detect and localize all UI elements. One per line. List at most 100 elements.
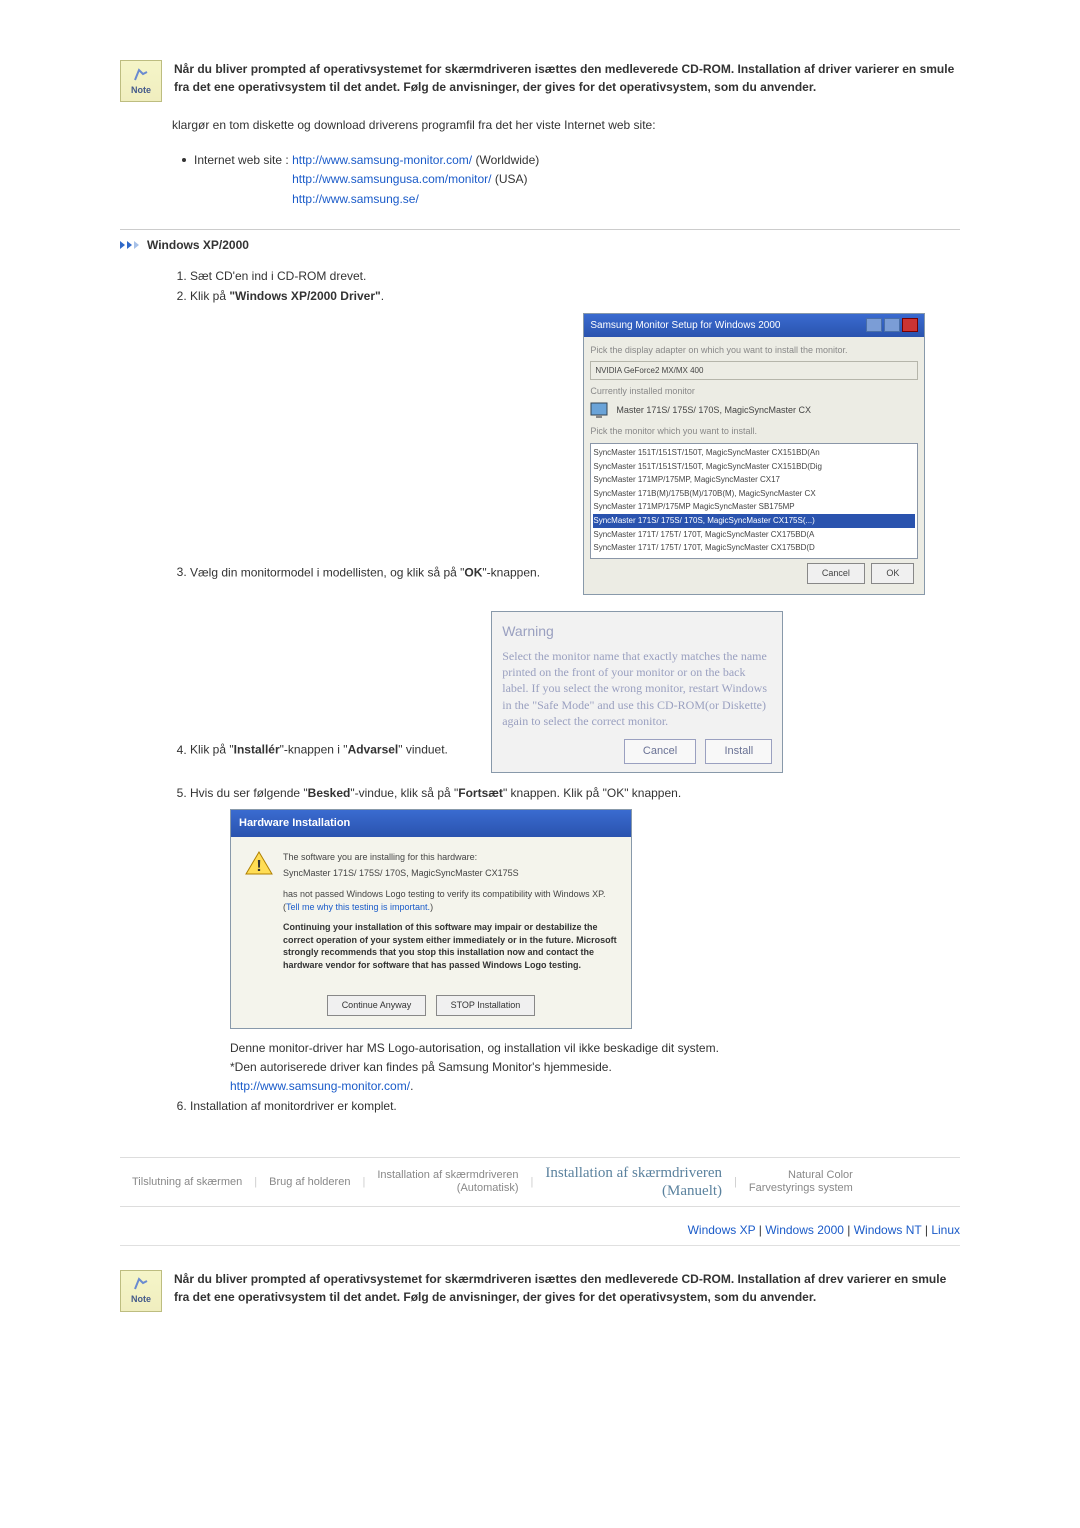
warning-text: Select the monitor name that exactly mat… [502,648,772,729]
warning-dialog: Warning Select the monitor name that exa… [491,611,783,772]
tab-t3a: Installation af skærmdriveren [377,1169,518,1181]
step2-pre: Klik på [190,289,229,303]
svg-text:!: ! [256,858,261,875]
step-5: Hvis du ser følgende "Besked"-vindue, kl… [190,783,960,1097]
tab-t5b: Farvestyrings system [749,1182,853,1194]
after5-l1: Denne monitor-driver har MS Logo-autoris… [230,1041,719,1055]
adapter-dropdown[interactable]: NVIDIA GeForce2 MX/MX 400 [590,361,918,381]
current-monitor: Master 171S/ 175S/ 170S, MagicSyncMaster… [616,403,811,418]
step-4: Klik på "Installér"-knappen i "Advarsel"… [190,605,960,782]
link-world[interactable]: http://www.samsung-monitor.com/ [292,153,472,167]
list-item[interactable]: SyncMaster 151T/151ST/150T, MagicSyncMas… [593,460,915,474]
link-linux[interactable]: Linux [931,1223,960,1237]
tab-driver-manual[interactable]: Installation af skærmdriveren (Manuelt) [533,1158,734,1206]
stop-install-button[interactable]: STOP Installation [436,995,536,1016]
step5-post: " knappen. Klik på "OK" knappen. [503,786,681,800]
sep: | [755,1223,765,1237]
step3-post: "-knappen. [482,565,540,579]
dialog-titlebar: Samsung Monitor Setup for Windows 2000 [584,314,924,337]
bullet-icon [182,158,186,162]
step2-post: . [381,289,384,303]
monitor-icon [590,402,610,420]
hw-line4: Continuing your installation of this sof… [283,921,617,971]
step5-mid: "-vindue, klik så på " [350,786,458,800]
window-buttons[interactable] [866,318,918,332]
tab-t4a: Installation af skærmdriveren [545,1165,722,1181]
sep: | [922,1223,932,1237]
step5-b1: Besked [308,786,351,800]
note-block-2: Note Når du bliver prompted af operativs… [120,1270,960,1312]
hardware-install-dialog: Hardware Installation ! The software you… [230,809,632,1029]
step3-pre: Vælg din monitormodel i modellisten, og … [190,565,464,579]
hw-tell-me-link[interactable]: Tell me why this testing is important. [286,902,430,912]
step4-b2: Advarsel [348,743,399,757]
warning-title: Warning [502,620,772,644]
tab-connect[interactable]: Tilslutning af skærmen [120,1170,254,1194]
list-item[interactable]: SyncMaster 171T/ 175T/ 170T, MagicSyncMa… [593,541,915,555]
link-usa[interactable]: http://www.samsungusa.com/monitor/ [292,172,491,186]
internet-label: Internet web site : [194,153,289,167]
pick-label: Pick the monitor which you want to insta… [590,424,918,439]
dialog-title: Samsung Monitor Setup for Windows 2000 [590,317,780,334]
link-xp[interactable]: Windows XP [688,1223,756,1237]
step-2: Klik på "Windows XP/2000 Driver". [190,286,960,306]
tab-t3b: (Automatisk) [377,1182,518,1195]
step-1: Sæt CD'en ind i CD-ROM drevet. [190,266,960,286]
divider-line [120,1245,960,1246]
note-label: Note [131,1294,151,1304]
arrows-icon [120,241,139,249]
ok-button[interactable]: OK [871,563,914,584]
step4-post: " vinduet. [398,743,448,757]
sep: | [844,1223,854,1237]
setup-dialog: Samsung Monitor Setup for Windows 2000 P… [583,313,925,596]
prepare-text: klargør en tom diskette og download driv… [172,116,960,135]
warn-install-button[interactable]: Install [705,739,772,764]
tab-driver-auto[interactable]: Installation af skærmdriveren (Automatis… [365,1163,530,1201]
hw-line3: has not passed Windows Logo testing to v… [283,888,617,913]
link-se[interactable]: http://www.samsung.se/ [292,192,419,206]
tab-bar: Tilslutning af skærmen | Brug af holdere… [120,1157,960,1207]
after5-l3: . [410,1079,413,1093]
link-world-suffix: (Worldwide) [475,153,539,167]
tab-t5a: Natural Color [788,1169,853,1181]
step-3: Vælg din monitormodel i modellisten, og … [190,307,960,606]
continue-anyway-button[interactable]: Continue Anyway [327,995,427,1016]
os-link-row: Windows XP | Windows 2000 | Windows NT |… [120,1223,960,1237]
after5-link[interactable]: http://www.samsung-monitor.com/ [230,1079,410,1093]
section-header: Windows XP/2000 [120,229,960,252]
monitor-listbox[interactable]: SyncMaster 151T/151ST/150T, MagicSyncMas… [590,443,918,559]
tab-natural-color[interactable]: Natural Color Farvestyrings system [737,1163,865,1201]
link-usa-suffix: (USA) [495,172,528,186]
step5-b2: Fortsæt [458,786,503,800]
list-item[interactable]: SyncMaster 171B(M)/175B(M)/170B(M), Magi… [593,487,915,501]
list-item[interactable]: SyncMaster 171T/ 175T/ 170T, MagicSyncMa… [593,528,915,542]
step4-pre: Klik på " [190,743,234,757]
list-item[interactable]: SyncMaster 171S/ 175S/ 170S, MagicSyncMa… [593,514,915,528]
link-2000[interactable]: Windows 2000 [765,1223,844,1237]
steps-list: Sæt CD'en ind i CD-ROM drevet. Klik på "… [172,266,960,1117]
tab-holder[interactable]: Brug af holderen [257,1170,362,1194]
internet-links: Internet web site : http://www.samsung-m… [172,151,960,209]
hw-l3c: ) [430,902,433,912]
hw-line1: The software you are installing for this… [283,851,617,864]
link-nt[interactable]: Windows NT [854,1223,922,1237]
note-icon: Note [120,1270,162,1312]
warning-icon: ! [245,851,273,875]
step-6: Installation af monitordriver er komplet… [190,1096,960,1116]
step5-pre: Hvis du ser følgende " [190,786,308,800]
step3-bold: OK [464,565,482,579]
note-block: Note Når du bliver prompted af operativs… [120,60,960,102]
after5-l2: *Den autoriserede driver kan findes på S… [230,1060,612,1074]
step4-mid: "-knappen i " [280,743,348,757]
list-item[interactable]: SyncMaster 171MP/175MP MagicSyncMaster S… [593,500,915,514]
list-item[interactable]: SyncMaster 171MP/175MP, MagicSyncMaster … [593,473,915,487]
tab-t4b: (Manuelt) [545,1182,722,1200]
note-icon: Note [120,60,162,102]
hw-line2: SyncMaster 171S/ 175S/ 170S, MagicSyncMa… [283,867,617,880]
cancel-button[interactable]: Cancel [807,563,865,584]
list-item[interactable]: SyncMaster 151T/151ST/150T, MagicSyncMas… [593,446,915,460]
step4-b1: Installér [234,743,280,757]
note-label: Note [131,85,151,95]
section-title: Windows XP/2000 [147,238,249,252]
warn-cancel-button[interactable]: Cancel [624,739,696,764]
